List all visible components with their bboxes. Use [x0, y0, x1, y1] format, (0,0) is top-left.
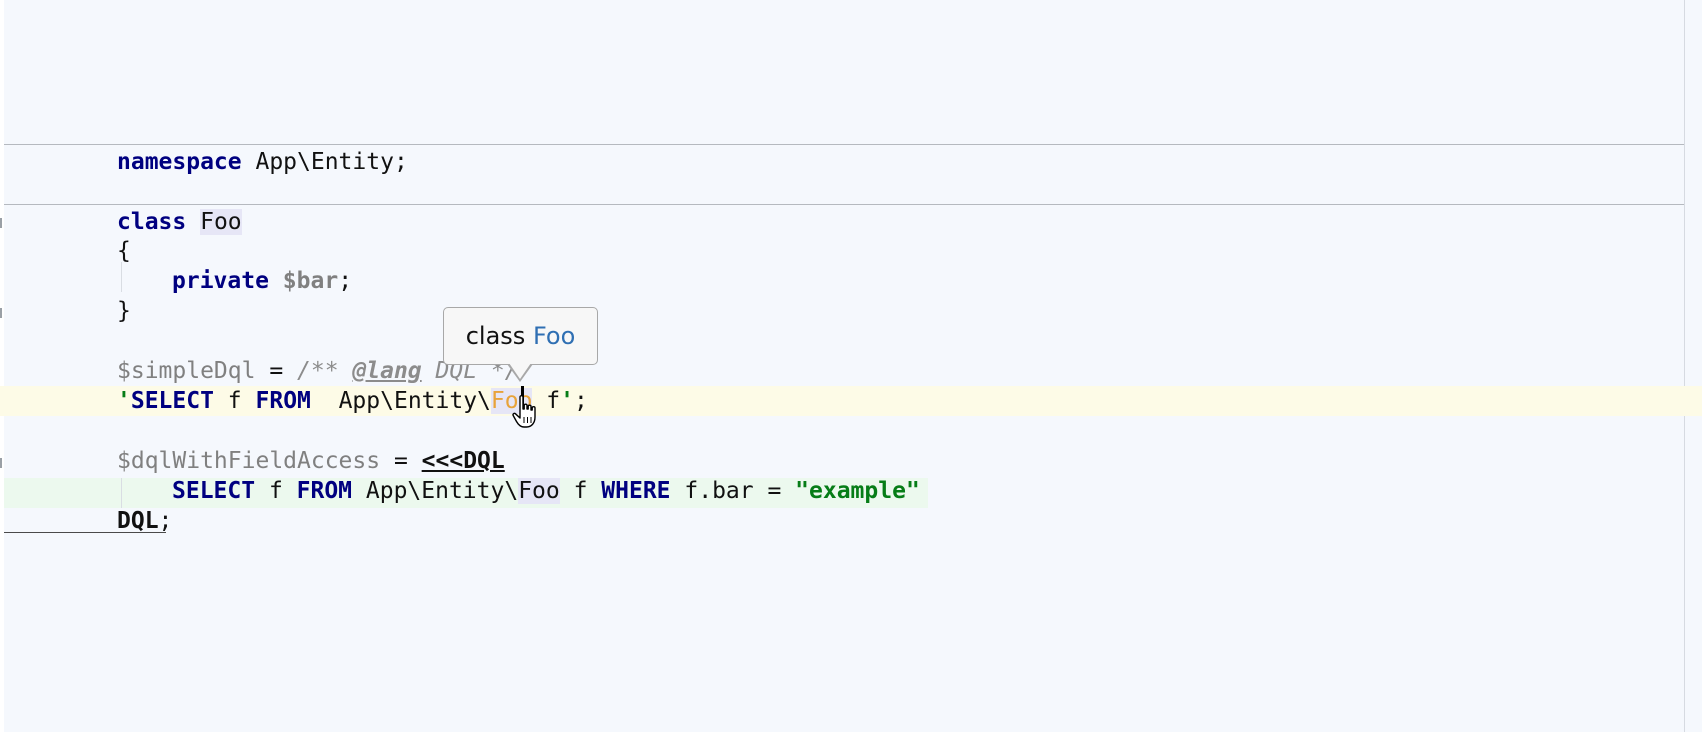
class-name[interactable]: Foo [200, 209, 242, 235]
method-separator-bottom [4, 204, 1684, 205]
dql-keyword: FROM [296, 478, 353, 504]
operator: = [255, 358, 298, 384]
entity-namespace: App\Entity\ [310, 388, 491, 414]
comment: /** [297, 358, 353, 384]
fold-marker[interactable] [0, 308, 2, 318]
entity-namespace: App\Entity\ [352, 478, 519, 504]
dql-keyword: SELECT [130, 388, 214, 414]
dql-alias: f [255, 478, 297, 504]
heredoc-open: <<<DQL [421, 448, 505, 474]
operator: = [380, 448, 422, 474]
variable[interactable]: $dqlWithFieldAccess [117, 448, 380, 474]
right-margin-divider [1684, 0, 1685, 732]
tooltip-arrow-fill [509, 363, 531, 379]
code-line-property[interactable]: private $bar; [117, 266, 352, 296]
punctuation: ; [158, 508, 173, 534]
string-quote: ' [560, 388, 575, 414]
string-literal: "example" [795, 478, 920, 504]
property-variable[interactable]: $bar [283, 268, 338, 294]
keyword: class [117, 209, 187, 235]
code-editor[interactable]: namespace App\Entity; class Foo { privat… [0, 0, 1702, 732]
string-quote: ' [117, 388, 131, 414]
code-line-close-brace[interactable]: } [117, 296, 131, 326]
dql-keyword: FROM [255, 388, 311, 414]
dql-keyword: WHERE [601, 478, 671, 504]
heredoc-close: DQL [117, 508, 159, 534]
dql-alias: f [559, 478, 602, 504]
editor-gutter [0, 0, 4, 732]
method-separator-top [4, 144, 1684, 145]
variable[interactable]: $simpleDql [117, 358, 255, 384]
code-line-heredoc-decl[interactable]: $dqlWithFieldAccess = <<<DQL [117, 446, 505, 476]
tooltip-kind: class [465, 322, 526, 350]
fold-marker[interactable] [0, 458, 2, 468]
quick-info-tooltip: class Foo [443, 307, 598, 365]
brace: } [117, 298, 131, 324]
code-line-heredoc-body[interactable]: SELECT f FROM App\Entity\Foo f WHERE f.b… [117, 476, 920, 506]
punctuation: ; [338, 268, 353, 294]
lang-annotation: @lang [352, 358, 422, 384]
field-access: f.bar = [670, 478, 796, 504]
namespace-name: App\Entity; [241, 149, 408, 175]
fold-marker[interactable] [0, 218, 2, 228]
keyword: namespace [117, 149, 242, 175]
hand-pointer-icon [512, 394, 536, 428]
code-line-class[interactable]: class Foo [117, 207, 242, 237]
tooltip-class-link[interactable]: Foo [533, 322, 575, 350]
code-line-open-brace[interactable]: { [117, 236, 131, 266]
code-line-namespace[interactable]: namespace App\Entity; [117, 147, 408, 177]
brace: { [117, 238, 131, 264]
keyword: private [172, 268, 269, 294]
dql-alias: f [213, 388, 256, 414]
code-line-heredoc-close[interactable]: DQL; [117, 506, 172, 536]
punctuation: ; [574, 388, 588, 414]
dql-keyword: SELECT [172, 478, 256, 504]
entity-reference[interactable]: Foo [518, 478, 560, 504]
